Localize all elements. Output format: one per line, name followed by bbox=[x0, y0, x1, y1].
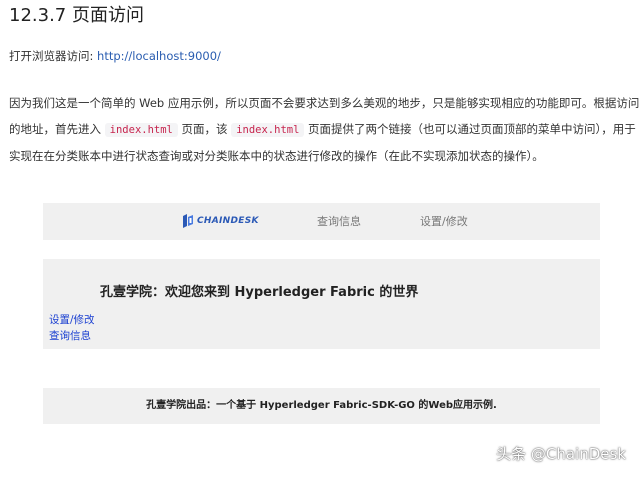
footer-text: 孔壹学院出品：一个基于 Hyperledger Fabric-SDK-GO 的W… bbox=[146, 400, 497, 411]
description-line-2c: 页面提供了两个链接（也可以通过页面顶部的菜单中访问），用于 bbox=[304, 122, 636, 136]
section-heading: 12.3.7 页面访问 bbox=[9, 5, 144, 26]
article-page: 12.3.7 页面访问 打开浏览器访问: http://localhost:90… bbox=[0, 0, 640, 477]
demo-welcome-panel: 孔壹学院：欢迎您来到 Hyperledger Fabric 的世界 设置/修改 … bbox=[43, 259, 600, 349]
chaindesk-logo-icon bbox=[183, 214, 193, 228]
watermark: 头条 @ChainDesk bbox=[496, 445, 626, 463]
nav-link-query[interactable]: 查询信息 bbox=[317, 214, 361, 229]
logo-text: CHAINDESK bbox=[197, 216, 259, 226]
description-line-2a: 的地址，首先进入 bbox=[9, 122, 105, 136]
localhost-link[interactable]: http://localhost:9000/ bbox=[97, 49, 221, 63]
description-line-1: 因为我们这是一个简单的 Web 应用示例，所以页面不会要求达到多么美观的地步，只… bbox=[9, 96, 640, 110]
nav-link-settings[interactable]: 设置/修改 bbox=[420, 214, 468, 229]
settings-link[interactable]: 设置/修改 bbox=[49, 313, 95, 327]
query-link[interactable]: 查询信息 bbox=[49, 329, 91, 343]
demo-footer: 孔壹学院出品：一个基于 Hyperledger Fabric-SDK-GO 的W… bbox=[43, 388, 600, 424]
welcome-heading: 孔壹学院：欢迎您来到 Hyperledger Fabric 的世界 bbox=[100, 285, 419, 300]
inline-code-index-html: index.html bbox=[104, 123, 178, 137]
chaindesk-logo[interactable]: CHAINDESK bbox=[182, 213, 259, 229]
description-line-3: 实现在在分类账本中进行状态查询或对分类账本中的状态进行修改的操作（在此不实现添加… bbox=[9, 149, 544, 163]
intro-paragraph: 打开浏览器访问: http://localhost:9000/ bbox=[9, 48, 221, 64]
inline-code-index-html-2: index.html bbox=[231, 123, 305, 137]
demo-navbar: CHAINDESK 查询信息 设置/修改 bbox=[43, 203, 600, 240]
description-paragraph: 因为我们这是一个简单的 Web 应用示例，所以页面不会要求达到多么美观的地步，只… bbox=[9, 90, 639, 169]
description-line-2b: 页面，该 bbox=[177, 122, 232, 136]
intro-text: 打开浏览器访问: bbox=[9, 49, 98, 63]
